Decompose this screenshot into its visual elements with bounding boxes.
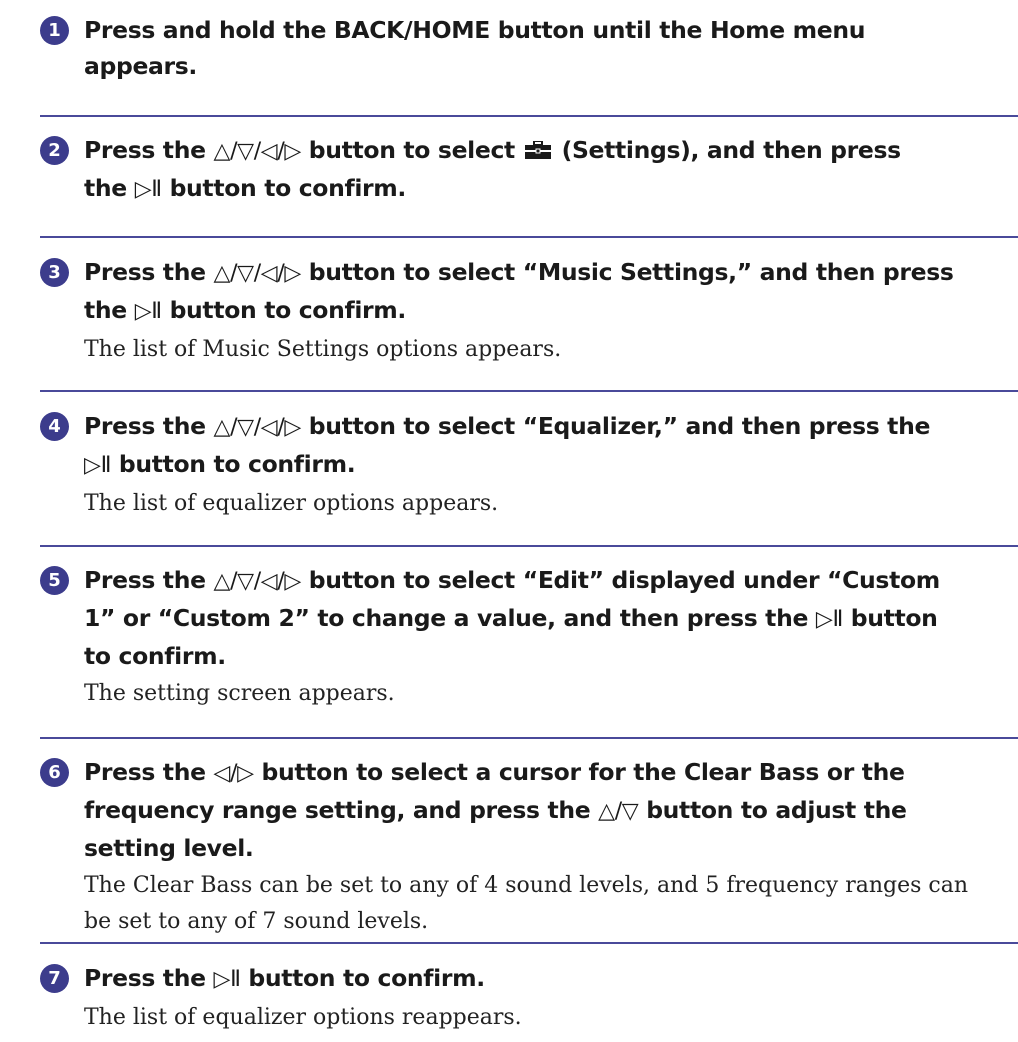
step-number-badge: 7 [40, 964, 69, 993]
step-5: 5 Press the △/▽/◁/▷ button to select “Edi… [0, 562, 1018, 712]
step-heading-text: Press the [84, 412, 214, 440]
step-heading: Press the ▷Ⅱ button to confirm. [84, 960, 982, 998]
step-heading-text: button to confirm. [240, 964, 485, 992]
direction-buttons-icon: △/▽/◁/▷ [213, 261, 302, 286]
step-3: 3 Press the △/▽/◁/▷ button to select “Mus… [0, 254, 1018, 368]
up-down-buttons-icon: △/▽ [598, 799, 639, 824]
section-divider [40, 236, 1018, 238]
step-heading-text: Press the [84, 758, 214, 786]
step-heading-text: setting level. [84, 834, 254, 862]
step-heading: Press the △/▽/◁/▷ button to select “Equa… [84, 408, 982, 484]
step-heading-text: button to select a cursor for the Clear … [253, 758, 905, 786]
step-heading-text: button to select “Music Settings,” and t… [300, 258, 954, 286]
step-7: 7 Press the ▷Ⅱ button to confirm. The list… [0, 960, 1018, 1036]
step-2: 2 Press the △/▽/◁/▷ button to select (Set… [0, 132, 1018, 208]
step-heading-text: button to select [300, 136, 523, 164]
step-heading-text: Press the [84, 258, 214, 286]
step-heading-text: button to confirm. [161, 296, 407, 324]
section-divider [40, 942, 1018, 944]
step-heading-text: button to confirm. [161, 174, 407, 202]
section-divider [40, 545, 1018, 547]
step-heading: Press the ◁/▷ button to select a cursor … [84, 754, 982, 866]
step-heading-text: appears. [84, 52, 198, 80]
play-pause-icon: ▷Ⅱ [134, 177, 162, 202]
left-right-buttons-icon: ◁/▷ [213, 761, 255, 786]
step-heading-text: button to select “Equalizer,” and then p… [300, 412, 931, 440]
step-description: The list of Music Settings options appea… [84, 337, 562, 362]
step-description: The list of equalizer options reappears. [84, 1005, 522, 1030]
step-heading-text: the [84, 296, 135, 324]
step-heading: Press the △/▽/◁/▷ button to select “Edit… [84, 562, 982, 674]
direction-buttons-icon: △/▽/◁/▷ [213, 139, 302, 164]
step-heading-text: button to select “Edit” displayed under … [300, 566, 940, 594]
step-heading-text: Press the [84, 566, 214, 594]
step-number-badge: 6 [40, 758, 69, 787]
section-divider [40, 115, 1018, 117]
play-pause-icon: ▷Ⅱ [213, 967, 241, 992]
step-heading-text: frequency range setting, and press the [84, 796, 599, 824]
section-divider [40, 390, 1018, 392]
step-number-badge: 3 [40, 258, 69, 287]
play-pause-icon: ▷Ⅱ [84, 453, 112, 478]
step-number-badge: 2 [40, 136, 69, 165]
play-pause-icon: ▷Ⅱ [134, 299, 162, 324]
direction-buttons-icon: △/▽/◁/▷ [213, 415, 302, 440]
step-heading-text: button [842, 604, 938, 632]
section-divider [40, 737, 1018, 739]
step-number-badge: 5 [40, 566, 69, 595]
step-heading-text: to confirm. [84, 642, 226, 670]
settings-toolbox-icon [524, 141, 551, 159]
step-number-badge: 4 [40, 412, 69, 441]
play-pause-icon: ▷Ⅱ [815, 607, 843, 632]
step-heading-text: Press and hold the BACK/HOME button unti… [84, 16, 866, 44]
step-heading-text: the [84, 174, 135, 202]
step-heading: Press the △/▽/◁/▷ button to select “Musi… [84, 254, 982, 330]
step-heading-text: Press the [84, 964, 214, 992]
step-1: 1 Press and hold the BACK/HOME button unt… [0, 12, 1018, 84]
step-heading-text: button to adjust the [638, 796, 907, 824]
step-description: The list of equalizer options appears. [84, 491, 499, 516]
step-heading-text: 1” or “Custom 2” to change a value, and … [84, 604, 816, 632]
step-4: 4 Press the △/▽/◁/▷ button to select “Equ… [0, 408, 1018, 522]
step-number-badge: 1 [40, 16, 69, 45]
step-heading: Press the △/▽/◁/▷ button to select (Sett… [84, 132, 982, 208]
step-heading-text: button to confirm. [111, 450, 356, 478]
step-heading-text: Press the [84, 136, 214, 164]
step-heading: Press and hold the BACK/HOME button unti… [84, 12, 982, 84]
direction-buttons-icon: △/▽/◁/▷ [213, 569, 302, 594]
step-description: The setting screen appears. [84, 681, 395, 706]
step-heading-text: (Settings), and then press [553, 136, 902, 164]
step-description: The Clear Bass can be set to any of 4 so… [84, 873, 968, 934]
step-6: 6 Press the ◁/▷ button to select a cursor… [0, 754, 1018, 940]
